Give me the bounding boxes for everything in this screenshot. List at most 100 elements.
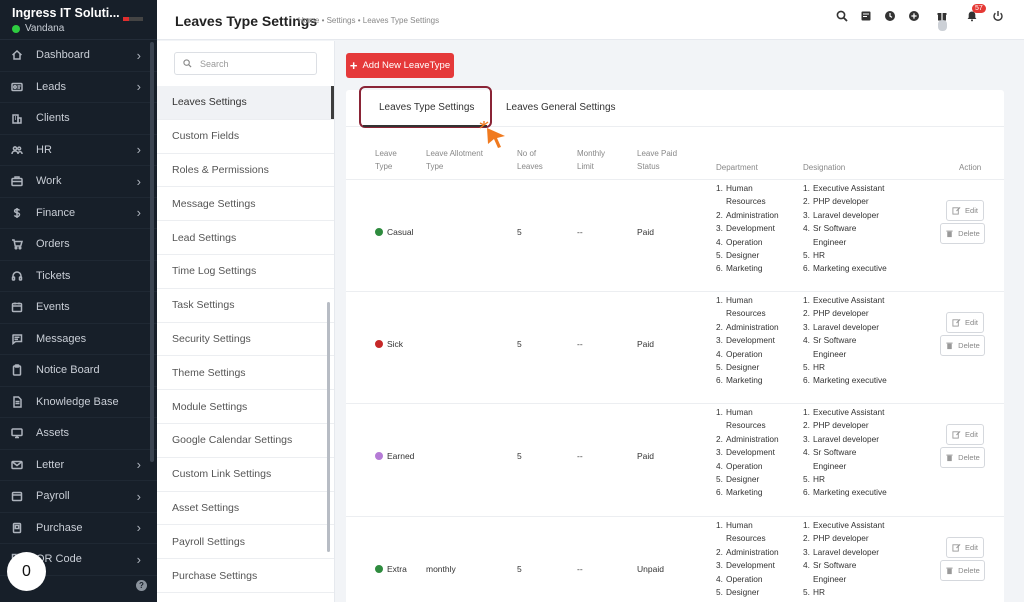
sticky-note-icon[interactable] bbox=[860, 10, 872, 22]
delete-button[interactable]: Delete bbox=[940, 447, 985, 468]
list-item: 6.Marketing executive bbox=[803, 487, 887, 498]
settings-menu-item[interactable]: Asset Settings bbox=[157, 492, 334, 526]
tab-leaves-type-settings[interactable]: Leaves Type Settings bbox=[379, 102, 474, 113]
designation-list: 1. Executive Assistant 2. PHP developer 3. La… bbox=[803, 406, 887, 500]
list-item: 2. Administration bbox=[716, 209, 779, 220]
col-leave-type: Leave Type bbox=[375, 149, 397, 171]
settings-menu-item[interactable]: Leaves Settings bbox=[157, 86, 334, 120]
list-item: 3. Laravel developer bbox=[803, 321, 879, 332]
leave-type-name: Earned bbox=[387, 451, 415, 461]
edit-button[interactable]: Edit bbox=[946, 424, 984, 445]
sidebar-item-hr[interactable]: HR › bbox=[0, 135, 157, 166]
leave-types-card: Leaves Type Settings Leaves General Sett… bbox=[346, 86, 1004, 602]
list-item: 5. Designer bbox=[716, 362, 760, 373]
delete-label: Delete bbox=[958, 229, 980, 238]
list-item: 5. HR bbox=[803, 587, 825, 598]
sidebar-item-notice-board[interactable]: Notice Board bbox=[0, 355, 157, 387]
list-item: 2. Administration bbox=[716, 546, 779, 557]
list-item: 4. Operation bbox=[716, 236, 763, 247]
settings-menu-item[interactable]: Theme Settings bbox=[157, 356, 334, 391]
language-flag-icon[interactable] bbox=[123, 17, 143, 21]
edit-button[interactable]: Edit bbox=[946, 537, 984, 558]
settings-menu-item[interactable]: Message Settings bbox=[157, 187, 334, 222]
settings-menu-item[interactable]: Security Settings bbox=[157, 323, 334, 357]
edit-button[interactable]: Edit bbox=[946, 312, 984, 333]
sidebar-item-label: Clients bbox=[36, 112, 70, 125]
settings-menu-item[interactable]: Module Settings bbox=[157, 390, 334, 424]
click-pointer-icon bbox=[479, 121, 505, 148]
sidebar-item-work[interactable]: Work › bbox=[0, 166, 157, 198]
tab-leaves-general-settings[interactable]: Leaves General Settings bbox=[506, 102, 616, 113]
settings-search-input[interactable]: Search bbox=[174, 52, 317, 75]
add-leave-type-button[interactable]: + Add New LeaveType bbox=[346, 53, 454, 78]
settings-menu-item[interactable]: Payroll Settings bbox=[157, 525, 334, 560]
settings-menu-item[interactable]: Google Calendar Settings bbox=[157, 424, 334, 458]
sidebar-item-messages[interactable]: Messages bbox=[0, 324, 157, 355]
delete-button[interactable]: Delete bbox=[940, 560, 985, 581]
col-action: Action bbox=[959, 163, 982, 172]
settings-menu-item[interactable]: Task Settings bbox=[157, 289, 334, 323]
sidebar-item-label: Assets bbox=[36, 427, 70, 440]
chevron-right-icon: › bbox=[136, 173, 141, 189]
settings-menu-item[interactable]: Roles & Permissions bbox=[157, 154, 334, 188]
sidebar-scrollbar[interactable] bbox=[150, 42, 154, 462]
sidebar-item-letter[interactable]: Letter › bbox=[0, 450, 157, 481]
page-scrollbar[interactable] bbox=[1018, 41, 1024, 602]
sidebar-item-tickets[interactable]: Tickets bbox=[0, 261, 157, 292]
bell-icon[interactable]: 57 bbox=[966, 4, 986, 22]
trash-icon bbox=[946, 454, 953, 462]
plus-icon: + bbox=[349, 57, 358, 73]
sidebar-item-payroll[interactable]: Payroll › bbox=[0, 481, 157, 513]
list-item: 3. Development bbox=[716, 335, 775, 346]
delete-button[interactable]: Delete bbox=[940, 335, 985, 356]
sidebar-item-orders[interactable]: Orders bbox=[0, 229, 157, 261]
sidebar-item-purchase[interactable]: Purchase › bbox=[0, 513, 157, 544]
user-name: Vandana bbox=[25, 23, 65, 34]
sidebar-item-knowledge-base[interactable]: Knowledge Base bbox=[0, 387, 157, 418]
list-item: 4. Operation bbox=[716, 348, 763, 359]
main-sidebar: Ingress IT Soluti... Vandana Dashboard › L… bbox=[0, 0, 157, 602]
sidebar-item-label: Work bbox=[36, 175, 62, 188]
online-status-icon bbox=[12, 24, 20, 33]
top-header: Leaves Type Settings Home • Settings • L… bbox=[157, 0, 1024, 40]
sidebar-item-clients[interactable]: Clients bbox=[0, 103, 157, 135]
settings-menu-item[interactable]: Custom Fields bbox=[157, 120, 334, 154]
floating-counter-badge[interactable]: 0 bbox=[7, 552, 46, 591]
delete-button[interactable]: Delete bbox=[940, 223, 985, 244]
edit-button[interactable]: Edit bbox=[946, 200, 984, 221]
sidebar-item-assets[interactable]: Assets bbox=[0, 418, 157, 450]
wallet-icon bbox=[10, 489, 24, 503]
sidebar-item-dashboard[interactable]: Dashboard › bbox=[0, 40, 157, 72]
sidebar-item-leads[interactable]: Leads › bbox=[0, 72, 157, 103]
list-item: 3. Development bbox=[716, 223, 775, 234]
help-icon[interactable]: ? bbox=[136, 580, 147, 591]
list-item: 6.Marketing bbox=[716, 487, 763, 498]
leave-type-name: Sick bbox=[387, 339, 404, 349]
settings-menu-item[interactable]: Time Log Settings bbox=[157, 255, 334, 289]
add-circle-icon[interactable] bbox=[908, 10, 920, 22]
settings-menu-scrollbar[interactable] bbox=[327, 302, 330, 552]
list-item: Resources bbox=[726, 533, 766, 544]
sidebar-item-label: Payroll bbox=[36, 490, 70, 503]
dollar-icon bbox=[10, 206, 24, 220]
settings-menu-item[interactable]: Purchase Settings bbox=[157, 559, 334, 593]
sidebar-item-label: Tickets bbox=[36, 269, 71, 282]
no-of-leaves-cell: 5 bbox=[517, 564, 522, 574]
list-item: 6.Marketing executive bbox=[803, 375, 887, 386]
list-item: 3. Development bbox=[716, 447, 775, 458]
sidebar-item-label: Knowledge Base bbox=[36, 395, 119, 408]
search-icon[interactable] bbox=[836, 10, 848, 22]
list-item: 6.Marketing executive bbox=[803, 263, 887, 274]
list-item: 3. Laravel developer bbox=[803, 546, 879, 557]
brand-block[interactable]: Ingress IT Soluti... Vandana bbox=[0, 0, 157, 40]
power-icon[interactable] bbox=[992, 10, 1004, 22]
search-placeholder: Search bbox=[200, 58, 229, 69]
list-item: 1. Executive Assistant bbox=[803, 520, 885, 530]
clock-icon[interactable] bbox=[884, 10, 896, 22]
no-of-leaves-cell: 5 bbox=[517, 451, 522, 461]
notification-count-badge: 57 bbox=[972, 4, 986, 13]
settings-menu-item[interactable]: Lead Settings bbox=[157, 221, 334, 255]
sidebar-item-events[interactable]: Events bbox=[0, 292, 157, 324]
settings-menu-item[interactable]: Custom Link Settings bbox=[157, 458, 334, 492]
sidebar-item-finance[interactable]: Finance › bbox=[0, 198, 157, 229]
